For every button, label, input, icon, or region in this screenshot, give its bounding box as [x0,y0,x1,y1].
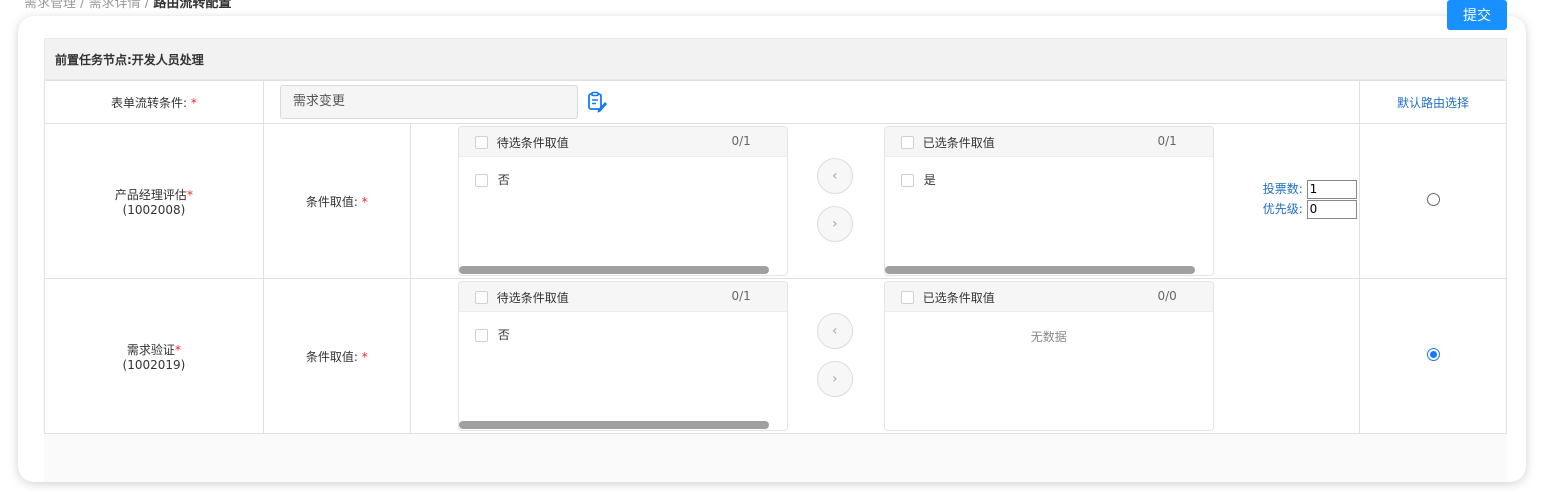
empty-placeholder: 无数据 [1030,330,1067,344]
form-condition-label-text: 表单流转条件: [111,95,188,110]
condition-transfer: 待选条件取值 0/1 否 ‹ › [411,124,1359,278]
panel-header: 已选条件取值 0/1 [884,127,1213,157]
condition-label: 条件取值: [305,349,358,364]
required-mark: * [186,187,193,202]
priority-input[interactable]: 0 [1306,200,1357,219]
item-label: 否 [497,173,510,187]
condition-label-cell: 条件取值: * [262,123,411,279]
item-checkbox[interactable] [474,329,488,342]
list-item[interactable]: 否 [474,326,510,343]
panel-count: 0/1 [731,134,751,148]
move-left-button[interactable]: ‹ [816,158,853,194]
route-table: 表单流转条件: * 需求变更 默认路由选择 产品经理评估* (1002008) … [44,80,1507,434]
route-config-panel: 前置任务节点:开发人员处理 表单流转条件: * 需求变更 默认路由选择 产品经理… [44,38,1507,482]
breadcrumb-current: 路由流转配置 [153,0,232,11]
priority-label: 优先级: [1262,202,1303,216]
select-all-checkbox[interactable] [900,136,914,149]
panel-count: 0/1 [731,289,751,303]
select-all-checkbox[interactable] [474,291,488,304]
route-config-card: 前置任务节点:开发人员处理 表单流转条件: * 需求变更 默认路由选择 产品经理… [18,16,1526,482]
panel-header: 待选条件取值 0/1 [458,282,787,312]
item-checkbox[interactable] [900,174,914,187]
condition-label-cell: 条件取值: * [262,278,411,434]
transfer-cell: 待选条件取值 0/1 否 ‹ › [409,123,1361,279]
required-mark: * [190,95,197,110]
move-right-button[interactable]: › [816,206,853,242]
default-route-header: 默认路由选择 [1359,80,1507,124]
default-route-radio[interactable] [1426,348,1440,361]
move-left-button[interactable]: ‹ [816,313,853,349]
route-code: (1002008) [122,202,186,217]
edit-list-icon[interactable] [586,91,608,113]
transfer-cell: 待选条件取值 0/1 否 ‹ › [409,278,1361,434]
chevron-left-icon: ‹ [831,168,838,184]
panel-header: 已选条件取值 0/0 [884,282,1213,312]
panel-title: 待选条件取值 [496,136,569,150]
form-condition-input[interactable]: 需求变更 [279,85,578,119]
condition-transfer: 待选条件取值 0/1 否 ‹ › [411,279,1359,433]
route-name-cell: 需求验证* (1002019) [44,278,264,434]
default-route-radio[interactable] [1426,193,1440,206]
selected-conditions-panel: 已选条件取值 0/1 是 [883,126,1214,276]
horizontal-scrollbar[interactable] [458,421,769,429]
form-condition-row: 表单流转条件: * 需求变更 默认路由选择 [44,80,1507,124]
vote-label: 投票数: [1262,182,1303,196]
submit-button[interactable]: 提交 [1447,0,1507,30]
route-row: 产品经理评估* (1002008) 条件取值: * 待选条件取值 0/1 否 ‹… [44,123,1507,279]
panel-header: 待选条件取值 0/1 [458,127,787,157]
available-conditions-panel: 待选条件取值 0/1 否 [457,281,788,431]
route-row: 需求验证* (1002019) 条件取值: * 待选条件取值 0/1 否 ‹ ›… [44,278,1507,434]
panel-count: 0/1 [1157,134,1177,148]
route-name: 需求验证 [126,342,175,357]
item-label: 否 [497,328,510,342]
panel-title: 待选条件取值 [496,291,569,305]
available-conditions-panel: 待选条件取值 0/1 否 [457,126,788,276]
required-mark: * [361,194,368,209]
horizontal-scrollbar[interactable] [884,266,1195,274]
vote-input[interactable]: 1 [1306,180,1357,199]
panel-title: 已选条件取值 [922,291,995,305]
default-route-label: 默认路由选择 [1397,95,1470,110]
route-name: 产品经理评估 [114,187,187,202]
form-condition-label: 表单流转条件: * [44,80,264,124]
condition-label: 条件取值: [305,194,358,209]
required-mark: * [361,349,368,364]
route-name-cell: 产品经理评估* (1002008) [44,123,264,279]
select-all-checkbox[interactable] [900,291,914,304]
panel-count: 0/0 [1157,289,1177,303]
list-item[interactable]: 是 [900,171,936,188]
default-route-cell [1359,123,1507,279]
panel-title: 已选条件取值 [922,136,995,150]
breadcrumb-prev[interactable]: 需求管理 / 需求详情 / [24,0,149,11]
route-params: 投票数: 1 优先级: 0 [1263,179,1357,219]
default-route-cell [1359,278,1507,434]
item-label: 是 [923,173,936,187]
move-right-button[interactable]: › [816,361,853,397]
breadcrumb: 需求管理 / 需求详情 / 路由流转配置 [24,0,231,11]
horizontal-scrollbar[interactable] [458,266,769,274]
required-mark: * [174,342,181,357]
selected-conditions-panel: 已选条件取值 0/0 无数据 [883,281,1214,431]
route-code: (1002019) [122,357,186,372]
item-checkbox[interactable] [474,174,488,187]
form-condition-cell: 需求变更 [262,80,1361,124]
select-all-checkbox[interactable] [474,136,488,149]
section-title: 前置任务节点:开发人员处理 [44,38,1507,80]
list-item[interactable]: 否 [474,171,510,188]
chevron-right-icon: › [831,371,838,387]
chevron-right-icon: › [831,216,838,232]
chevron-left-icon: ‹ [831,323,838,339]
